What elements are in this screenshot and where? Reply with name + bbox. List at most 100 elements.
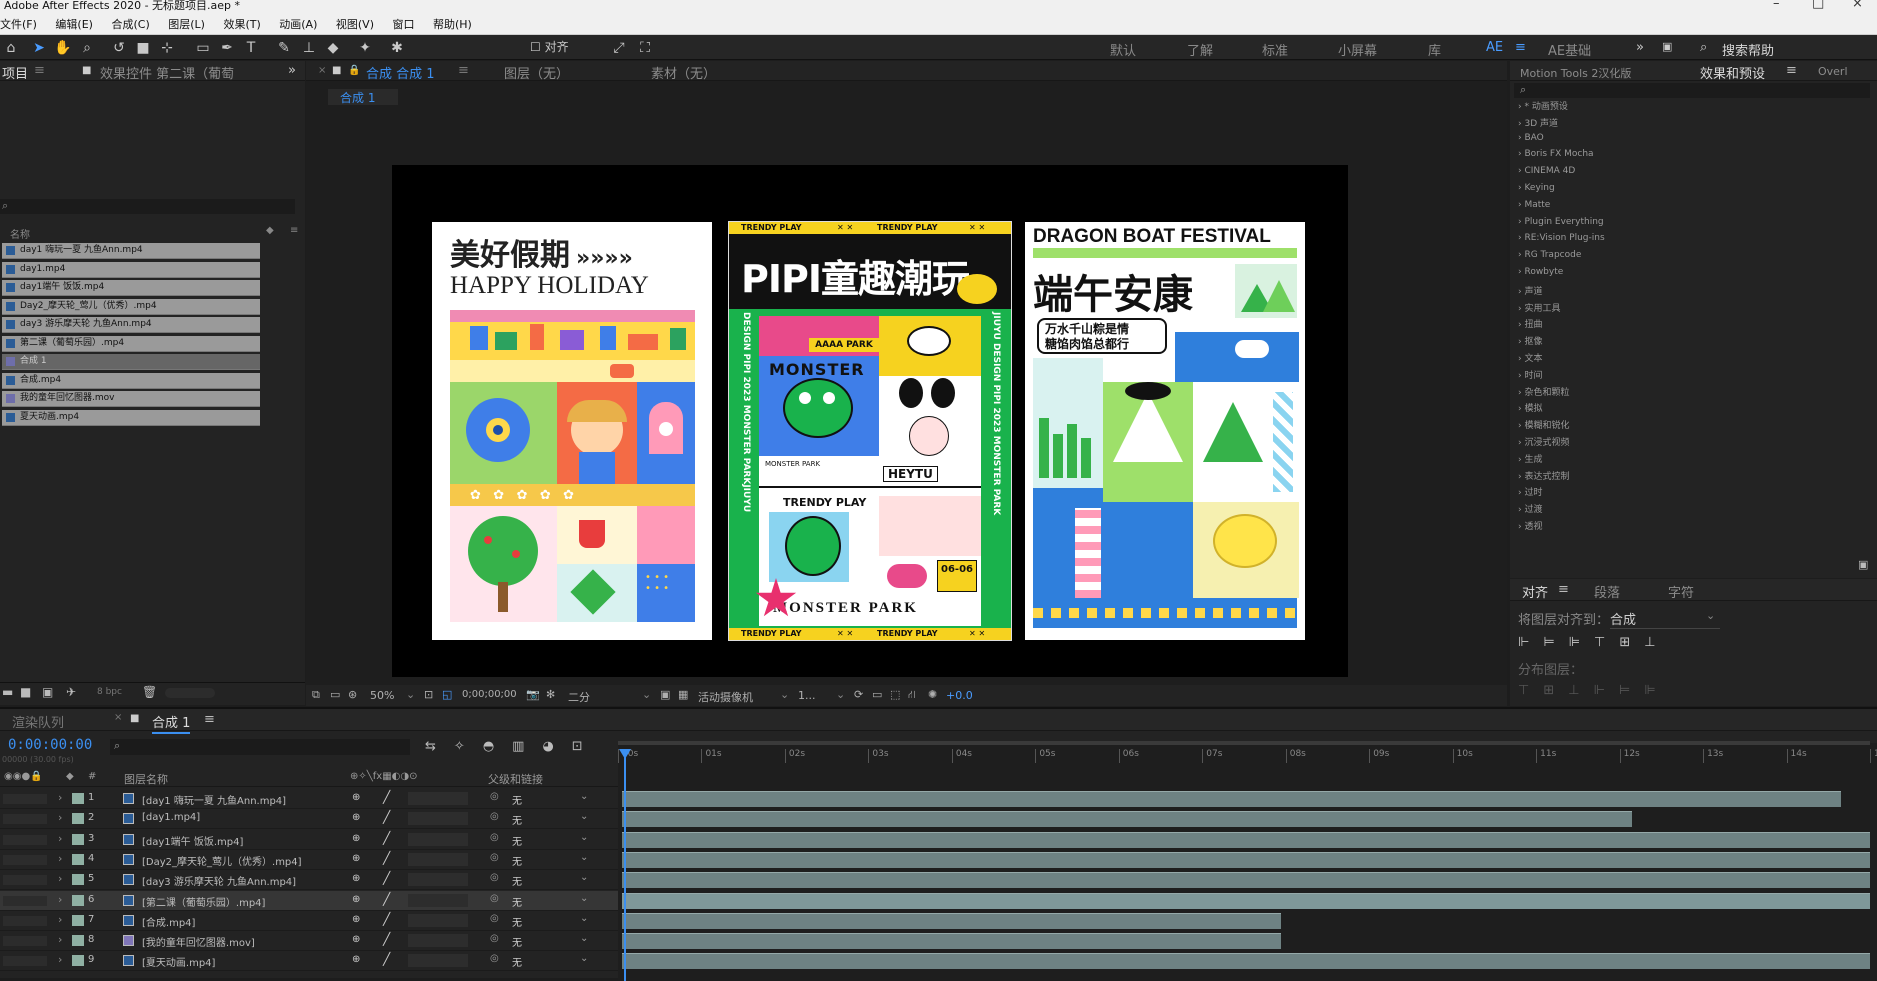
pickwhip-icon[interactable]: ◎ [490,791,499,802]
frame-blending-icon[interactable]: ▥ [512,739,542,754]
shy-switch-icon[interactable]: ⊕ [352,873,360,884]
new-comp-icon[interactable]: ▣ [42,685,53,699]
layer-name[interactable]: [第二课（葡萄乐园）.mp4] [142,894,342,909]
menu-window[interactable]: 窗口 [392,15,414,34]
graph-editor-icon[interactable]: ⊡ [572,739,601,754]
effects-category[interactable]: › 表达式控制 [1518,469,1569,482]
pickwhip-icon[interactable]: ◎ [490,893,499,904]
layer-name[interactable]: [day3 游乐摩天轮 九鱼Ann.mp4] [142,873,342,888]
fast-preview-icon[interactable]: ▭ [872,688,882,701]
comp-mini-flowchart-icon[interactable]: ⇆ [425,739,454,754]
workspace-small-screen[interactable]: 小屏幕 [1338,40,1377,59]
rectangle-tool-icon[interactable]: ▭ [194,39,212,57]
parent-dropdown[interactable]: 无 [512,954,522,969]
layer-duration-bar[interactable] [622,912,1282,929]
expand-arrow-icon[interactable]: › [58,872,62,885]
project-item[interactable]: day1 嗨玩一夏 九鱼Ann.mp4 [2,243,260,259]
label-color-swatch[interactable] [72,874,84,886]
layer-row[interactable]: › 7 [合成.mp4] ⊕ ╱ ◎ 无 ⌄ [0,911,618,931]
tab-align[interactable]: 对齐 [1522,582,1548,600]
align-hcenter-icon[interactable]: ⊨ [1543,635,1568,650]
minimize-icon[interactable]: – [1773,0,1780,10]
expand-arrow-icon[interactable]: › [58,933,62,946]
project-item[interactable]: day1.mp4 [2,261,260,278]
thumbnail-slider[interactable] [165,688,215,698]
rotate-tool-icon[interactable]: ↺ [110,39,128,57]
effects-category[interactable]: › Matte [1518,200,1550,210]
search-help-field[interactable]: 搜索帮助 [1722,40,1774,59]
parent-dropdown[interactable]: 无 [512,812,522,827]
comp-tab-menu-icon[interactable]: ≡ [458,63,469,78]
workspace-ae[interactable]: AE [1486,40,1503,55]
bpc-button[interactable]: 8 bpc [97,687,122,697]
views-dropdown[interactable]: 1... [798,689,816,702]
column-name[interactable]: 名称 [10,226,30,241]
tab-paragraph[interactable]: 段落 [1594,582,1620,600]
export-frame-icon[interactable]: ⬚ [890,688,900,701]
shy-switch-icon[interactable]: ⊕ [352,954,360,965]
distribute-vcenter-icon[interactable]: ⊞ [1543,683,1568,698]
effects-category[interactable]: › 声道 [1518,284,1542,297]
label-color-swatch[interactable] [72,853,84,865]
chevron-down-icon[interactable]: ⌄ [580,913,588,924]
always-preview-icon[interactable]: ⧉ [312,688,320,702]
layer-row[interactable]: › 1 [day1 嗨玩一夏 九鱼Ann.mp4] ⊕ ╱ ◎ 无 ⌄ [0,789,618,809]
timeline-search-input[interactable]: ⌕ [110,739,410,755]
label-color-swatch[interactable] [72,935,84,947]
label-color-swatch[interactable] [72,833,84,845]
chevron-down-icon[interactable]: ⌄ [580,953,588,964]
workspace-menu-icon[interactable]: ≡ [1515,40,1526,55]
project-item[interactable]: 第二课（葡萄乐园）.mp4 [2,335,260,352]
timeline-timecode[interactable]: 0:00:00:00 [8,737,92,753]
parent-dropdown[interactable]: 无 [512,934,522,949]
monitor-icon[interactable]: ▭ [330,688,340,701]
tab-composition[interactable]: 合成 合成 1 [366,63,435,80]
pan-behind-tool-icon[interactable]: ⊹ [158,39,176,57]
align-vcenter-icon[interactable]: ⊞ [1619,635,1644,650]
expand-arrow-icon[interactable]: › [58,953,62,966]
effects-category[interactable]: › 杂色和颗粒 [1518,385,1569,398]
layer-switches[interactable] [408,913,468,927]
home-icon[interactable]: ⌂ [2,39,20,57]
pickwhip-icon[interactable]: ◎ [490,913,499,924]
layer-duration-bar[interactable] [622,933,1282,950]
selection-tool-icon[interactable]: ➤ [30,39,48,57]
motion-blur-icon[interactable]: ◕ [542,739,571,754]
layer-name[interactable]: [我的童年回忆图器.mov] [142,934,342,949]
effects-category[interactable]: › 3D 声道 [1518,116,1558,129]
chevron-down-icon[interactable]: ⌄ [580,872,588,883]
parent-dropdown[interactable]: 无 [512,833,522,848]
effects-category[interactable]: › Keying [1518,183,1555,193]
layer-row[interactable]: › 3 [day1端午 饭饭.mp4] ⊕ ╱ ◎ 无 ⌄ [0,830,618,850]
zoom-tool-icon[interactable]: ⌕ [78,39,96,57]
flowchart-view-icon[interactable]: ⛙ [908,688,916,703]
parent-dropdown[interactable]: 无 [512,914,522,929]
timeline-tab-menu-icon[interactable]: ≡ [204,712,215,727]
project-item[interactable]: day1端午 饭饭.mp4 [2,280,260,296]
workspace-library[interactable]: 库 [1428,40,1441,59]
tab-menu-icon[interactable]: ≡ [34,63,45,78]
safe-zones-icon[interactable]: ⊡ [424,688,433,701]
region-of-interest-icon[interactable]: ▣ [660,688,670,701]
eraser-tool-icon[interactable]: ◆ [324,39,342,57]
type-column-icon[interactable]: ≡ [290,225,298,236]
effects-category[interactable]: › RG Trapcode [1518,250,1581,260]
layer-row[interactable]: › 5 [day3 游乐摩天轮 九鱼Ann.mp4] ⊕ ╱ ◎ 无 ⌄ [0,870,618,891]
layer-name[interactable]: [合成.mp4] [142,914,342,929]
pen-tool-icon[interactable]: ✒ [218,39,236,57]
pickwhip-icon[interactable]: ◎ [490,832,499,843]
quality-switch-icon[interactable]: ╱ [383,952,390,966]
effects-search-input[interactable]: ⌕ [1514,83,1870,98]
label-color-swatch[interactable] [72,813,84,825]
label-color-swatch[interactable] [72,914,84,926]
exposure-value[interactable]: +0.0 [946,689,973,702]
layer-row[interactable]: › 9 [夏天动画.mp4] ⊕ ╱ ◎ 无 ⌄ [0,951,618,972]
close-tab-icon[interactable]: × [318,65,326,76]
layer-switches[interactable] [408,832,468,846]
tab-effect-controls[interactable]: 效果控件 第二课（葡萄 [100,63,234,80]
menu-animation[interactable]: 动画(A) [279,15,317,34]
effects-category[interactable]: › 生成 [1518,452,1542,465]
layer-name[interactable]: [day1.mp4] [142,812,342,823]
effects-category[interactable]: › BAO [1518,133,1544,143]
effects-category[interactable]: › 过渡 [1518,502,1542,515]
